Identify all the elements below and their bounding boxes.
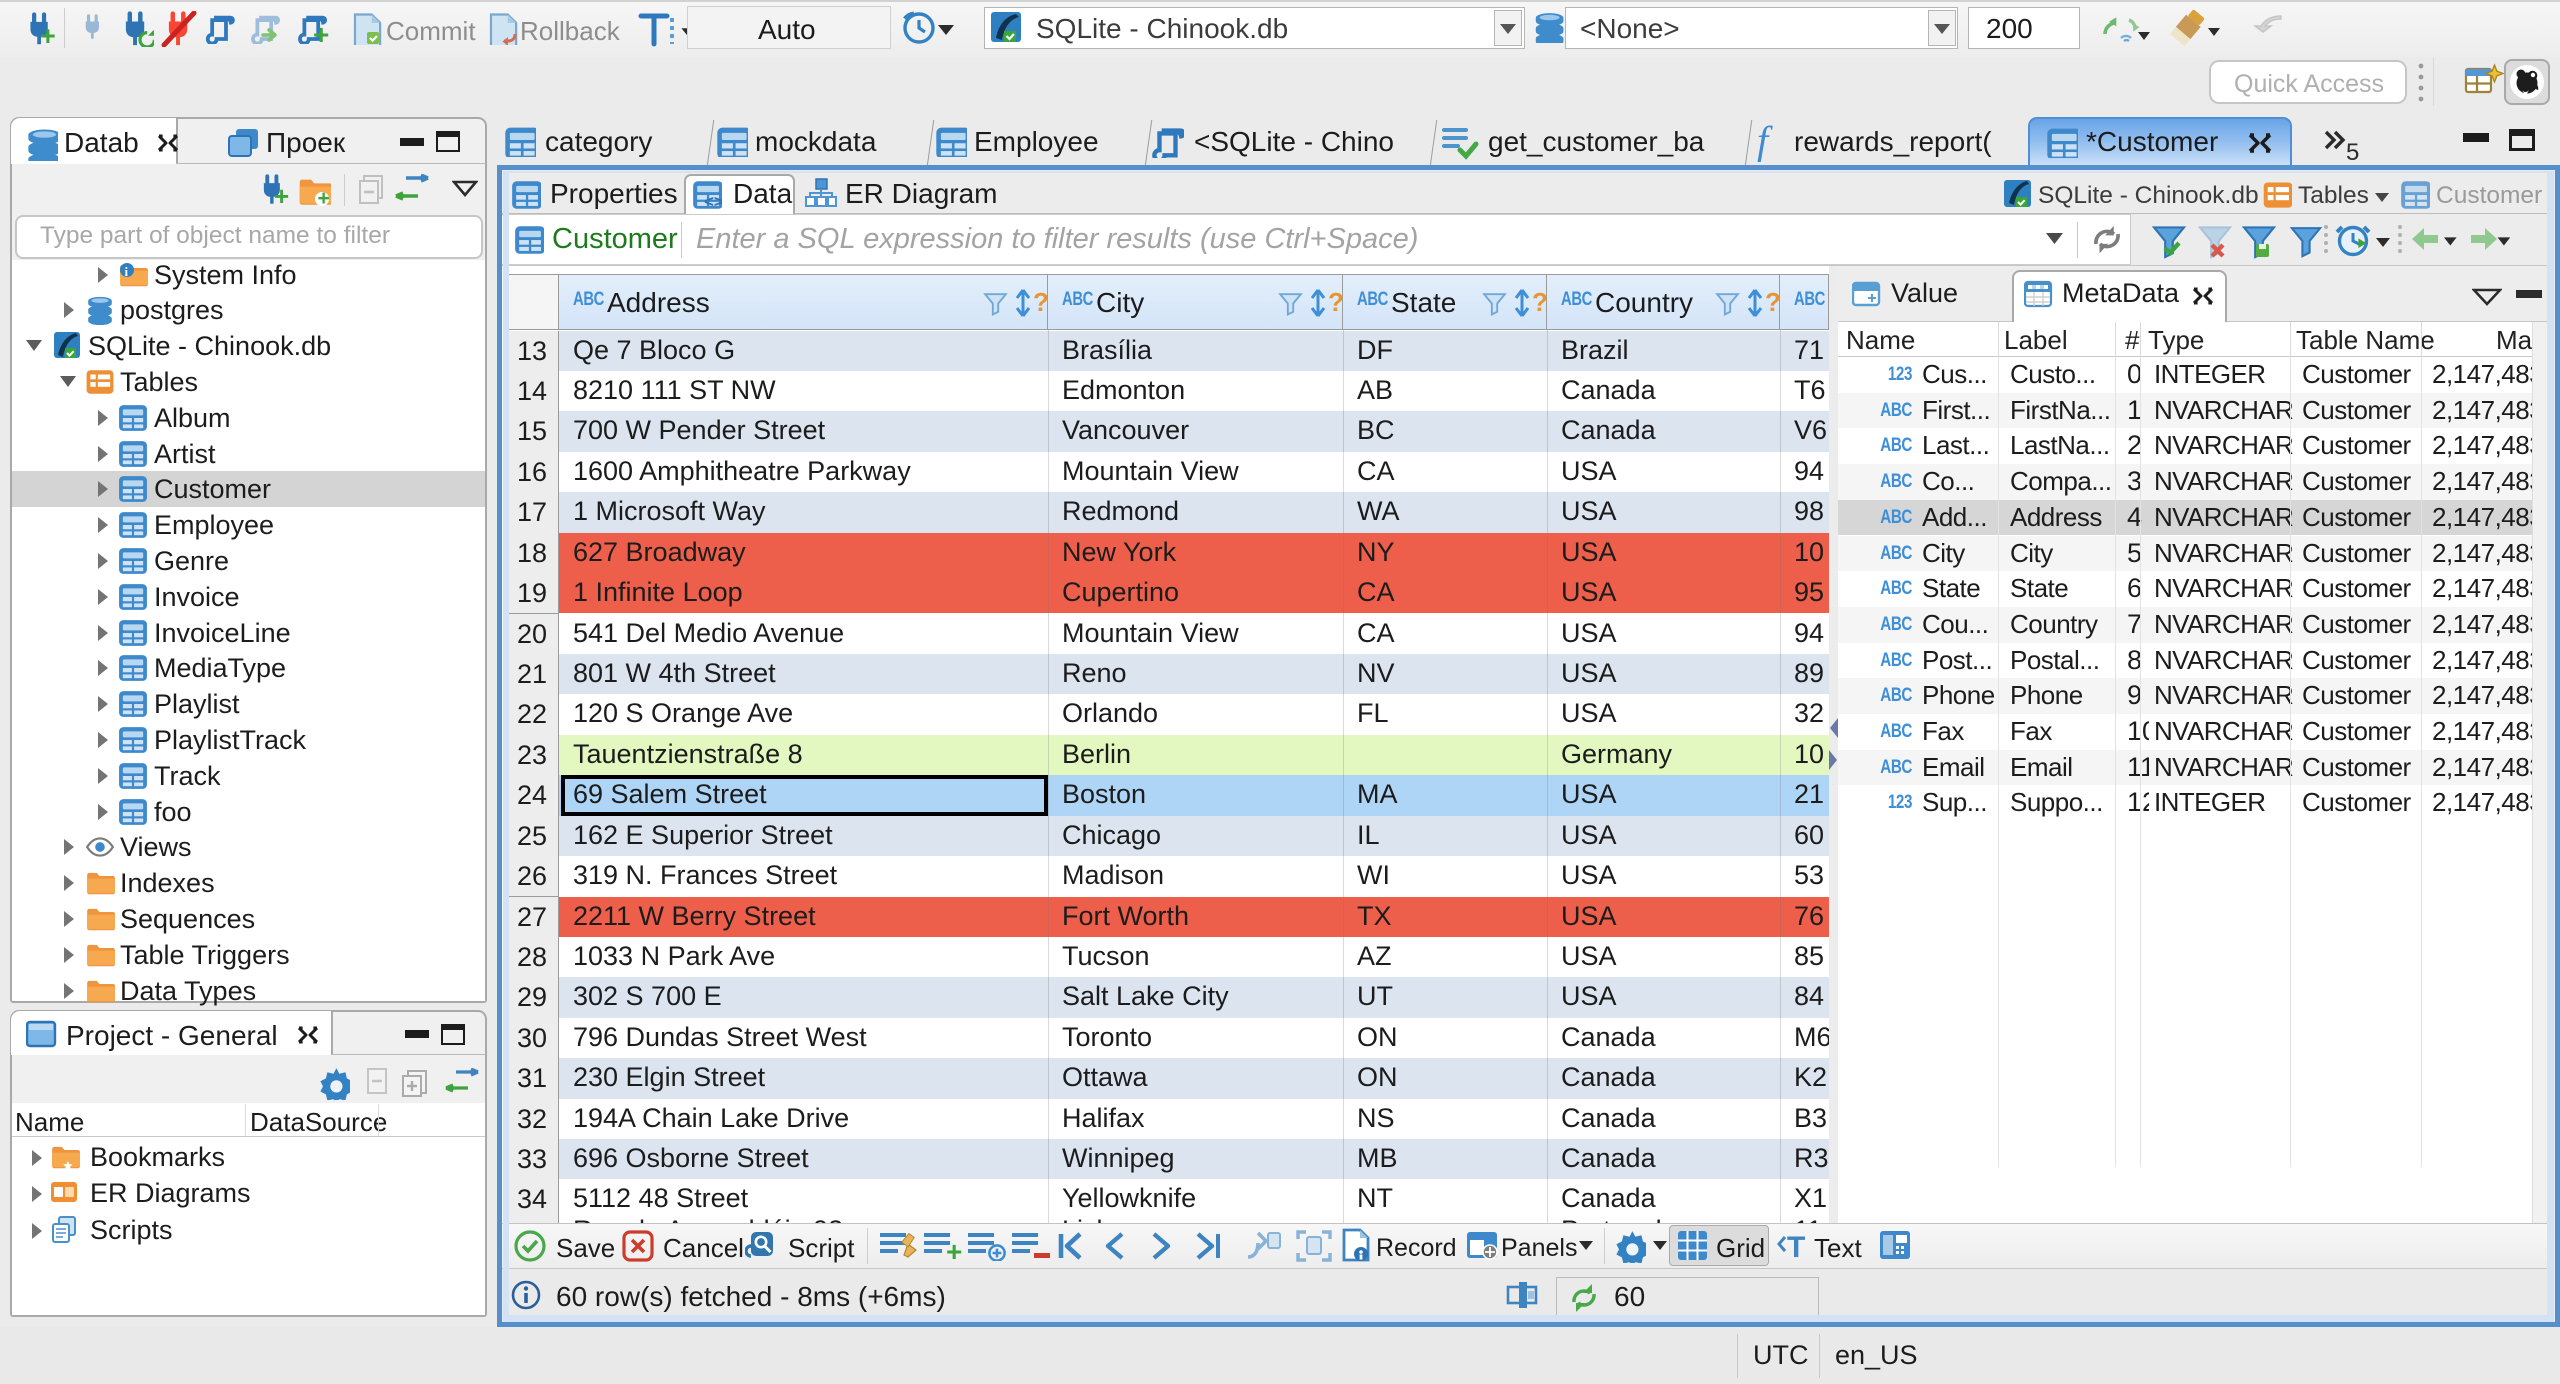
svg-text:i: i — [125, 264, 129, 279]
svg-text:f: f — [1757, 122, 1773, 162]
svg-text:+: + — [313, 19, 329, 44]
svg-text:+: + — [274, 181, 289, 206]
svg-text:5: 5 — [2346, 139, 2359, 162]
svg-text:+: + — [318, 187, 330, 206]
svg-text:+: + — [40, 21, 56, 46]
